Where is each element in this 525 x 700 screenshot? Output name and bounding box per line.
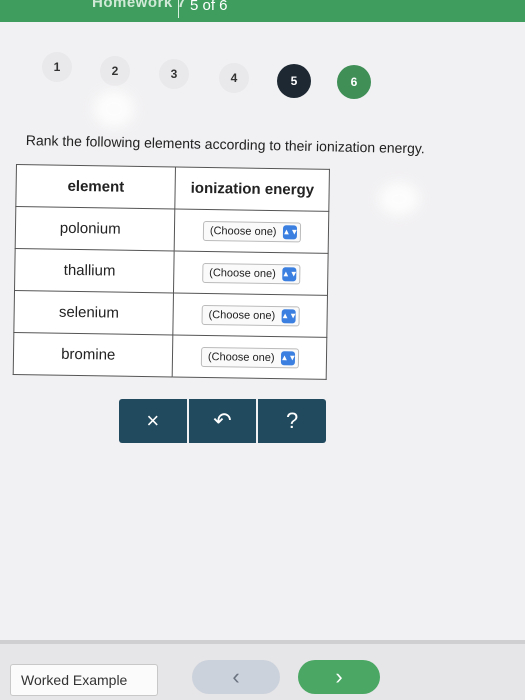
- step-5-current[interactable]: 5: [277, 64, 311, 98]
- help-icon: ?: [286, 408, 299, 433]
- step-2[interactable]: 2: [100, 56, 130, 86]
- rank-select-value: (Choose one): [209, 224, 277, 238]
- step-4[interactable]: 4: [219, 63, 249, 93]
- rank-select-cell: (Choose one) ▲▼: [172, 334, 327, 380]
- rank-select-cell: (Choose one) ▲▼: [173, 292, 328, 338]
- rank-select-cell: (Choose one) ▲▼: [173, 251, 329, 296]
- table-row: thallium (Choose one) ▲▼: [14, 248, 329, 296]
- updown-chevron-icon: ▲▼: [280, 350, 296, 365]
- element-name: bromine: [13, 332, 174, 377]
- element-name: selenium: [13, 290, 174, 335]
- table-header-row: element ionization energy: [15, 164, 330, 212]
- rank-select[interactable]: (Choose one) ▲▼: [202, 262, 301, 284]
- answer-toolbar: × ↶ ?: [119, 399, 326, 443]
- undo-icon: ↶: [213, 408, 232, 433]
- rank-select-cell: (Choose one) ▲▼: [174, 209, 329, 254]
- element-name: thallium: [14, 248, 175, 293]
- rank-select-value: (Choose one): [208, 308, 276, 322]
- step-1[interactable]: 1: [42, 52, 72, 82]
- ranking-table: element ionization energy polonium (Choo…: [12, 164, 330, 380]
- help-button[interactable]: ?: [258, 399, 326, 443]
- step-6[interactable]: 6: [337, 65, 371, 99]
- column-header-element: element: [15, 164, 176, 210]
- element-name: polonium: [15, 206, 176, 252]
- header-divider: [178, 0, 179, 18]
- screen-glare: [378, 182, 420, 216]
- table-row: bromine (Choose one) ▲▼: [13, 332, 327, 380]
- chevron-left-icon: ‹: [232, 664, 240, 689]
- step-3[interactable]: 3: [159, 59, 189, 89]
- rank-select-value: (Choose one): [207, 350, 275, 364]
- rank-select[interactable]: (Choose one) ▲▼: [200, 346, 299, 368]
- updown-chevron-icon: ▲▼: [282, 224, 298, 239]
- top-bar: Homework 7 5 of 6: [0, 0, 525, 22]
- rank-select[interactable]: (Choose one) ▲▼: [201, 304, 300, 326]
- next-button[interactable]: ›: [298, 660, 380, 694]
- question-count: 5 of 6: [190, 0, 228, 14]
- question-prompt: Rank the following elements according to…: [25, 132, 425, 157]
- updown-chevron-icon: ▲▼: [281, 266, 298, 281]
- rank-select-value: (Choose one): [209, 266, 276, 280]
- screen-glare: [93, 90, 135, 128]
- updown-chevron-icon: ▲▼: [281, 308, 297, 323]
- previous-button[interactable]: ‹: [192, 660, 280, 694]
- chevron-right-icon: ›: [335, 664, 343, 689]
- undo-button[interactable]: ↶: [189, 399, 259, 443]
- close-icon: ×: [146, 408, 160, 433]
- clear-button[interactable]: ×: [119, 399, 189, 443]
- assignment-title[interactable]: Homework 7: [92, 0, 186, 11]
- question-stepper: 1 2 3 4 5 6: [0, 40, 525, 100]
- rank-select[interactable]: (Choose one) ▲▼: [202, 220, 301, 242]
- worked-example-button[interactable]: Worked Example: [10, 664, 158, 696]
- table-row: polonium (Choose one) ▲▼: [15, 206, 329, 254]
- table-row: selenium (Choose one) ▲▼: [13, 290, 328, 338]
- column-header-ionization-energy: ionization energy: [175, 167, 330, 212]
